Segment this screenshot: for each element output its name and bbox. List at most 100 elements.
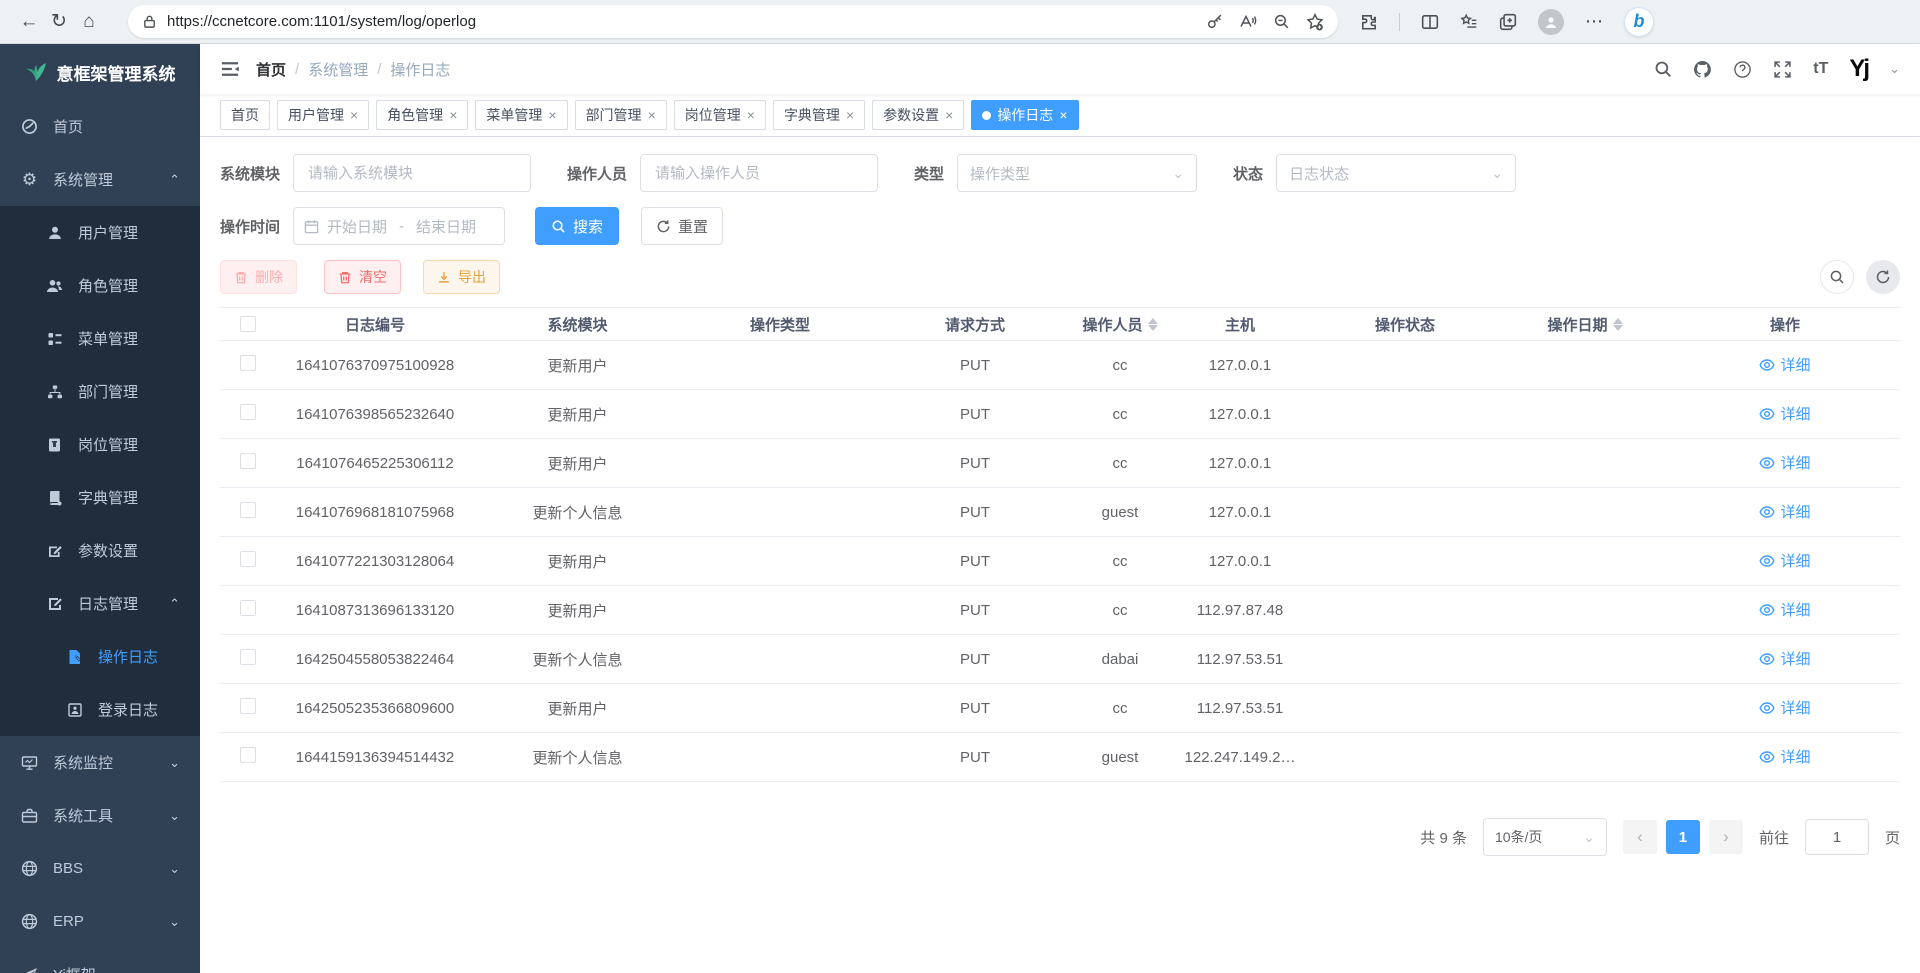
detail-link[interactable]: 详细 — [1759, 746, 1810, 767]
tab-param-settings[interactable]: 参数设置× — [872, 100, 964, 130]
date-range-picker[interactable]: 开始日期 - 结束日期 — [293, 207, 505, 245]
close-icon[interactable]: × — [449, 107, 457, 123]
address-bar[interactable]: https://ccnetcore.com:1101/system/log/op… — [128, 5, 1338, 38]
sidebar-item-post-mgmt[interactable]: 岗位管理 — [0, 418, 200, 471]
refresh-table-icon[interactable] — [1866, 260, 1900, 294]
detail-link[interactable]: 详细 — [1759, 354, 1810, 375]
sidebar-item-menu-mgmt[interactable]: 菜单管理 — [0, 312, 200, 365]
row-checkbox[interactable] — [240, 698, 256, 714]
breadcrumb-home[interactable]: 首页 — [256, 59, 286, 80]
tab-menu-mgmt[interactable]: 菜单管理× — [475, 100, 567, 130]
favorite-star-icon[interactable] — [1306, 13, 1324, 31]
row-checkbox[interactable] — [240, 649, 256, 665]
tab-user-mgmt[interactable]: 用户管理× — [277, 100, 369, 130]
sidebar-item-erp[interactable]: ERP ⌄ — [0, 895, 200, 948]
goto-page-input[interactable] — [1805, 819, 1869, 855]
close-icon[interactable]: × — [747, 107, 755, 123]
next-page-button[interactable]: › — [1709, 820, 1743, 854]
reset-button[interactable]: 重置 — [641, 207, 723, 245]
row-checkbox[interactable] — [240, 600, 256, 616]
sidebar-item-system-mgmt[interactable]: ⚙ 系统管理 ⌃ — [0, 153, 200, 206]
sidebar-item-home[interactable]: 首页 — [0, 100, 200, 153]
show-search-toggle-icon[interactable] — [1820, 260, 1854, 294]
favorites-list-icon[interactable] — [1460, 13, 1478, 31]
type-select[interactable]: 操作类型 ⌄ — [957, 154, 1197, 192]
sort-icon[interactable] — [1148, 318, 1158, 331]
row-checkbox[interactable] — [240, 453, 256, 469]
detail-link[interactable]: 详细 — [1759, 648, 1810, 669]
tab-dict-mgmt[interactable]: 字典管理× — [773, 100, 865, 130]
close-icon[interactable]: × — [648, 107, 656, 123]
col-operator[interactable]: 操作人员 — [1070, 314, 1170, 335]
close-icon[interactable]: × — [350, 107, 358, 123]
detail-link[interactable]: 详细 — [1759, 550, 1810, 571]
close-icon[interactable]: × — [945, 107, 953, 123]
help-icon[interactable] — [1733, 60, 1752, 79]
col-date[interactable]: 操作日期 — [1500, 314, 1670, 335]
sidebar-item-system-monitor[interactable]: 系统监控 ⌄ — [0, 736, 200, 789]
prev-page-button[interactable]: ‹ — [1623, 820, 1657, 854]
sidebar-item-dict-mgmt[interactable]: 字典管理 — [0, 471, 200, 524]
sidebar-item-log-mgmt[interactable]: 日志管理 ⌃ — [0, 577, 200, 630]
row-checkbox[interactable] — [240, 551, 256, 567]
split-screen-icon[interactable] — [1421, 13, 1439, 31]
browser-settings-icon[interactable]: ⋯ — [1585, 11, 1604, 32]
detail-link[interactable]: 详细 — [1759, 452, 1810, 473]
tab-oper-log[interactable]: 操作日志× — [971, 100, 1078, 130]
extensions-icon[interactable] — [1360, 13, 1378, 31]
row-checkbox[interactable] — [240, 355, 256, 371]
page-size-select[interactable]: 10条/页 ⌄ — [1483, 818, 1607, 856]
detail-link[interactable]: 详细 — [1759, 501, 1810, 522]
sidebar-item-role-mgmt[interactable]: 角色管理 — [0, 259, 200, 312]
header-search-icon[interactable] — [1654, 60, 1672, 78]
sidebar-item-bbs[interactable]: BBS ⌄ — [0, 842, 200, 895]
browser-home-icon[interactable]: ⌂ — [74, 11, 104, 33]
browser-profile-avatar[interactable] — [1538, 9, 1564, 35]
sidebar-item-dept-mgmt[interactable]: 部门管理 — [0, 365, 200, 418]
sidebar-item-yi-framework[interactable]: Yi框架 — [0, 948, 200, 973]
select-all-checkbox[interactable] — [240, 316, 256, 332]
sidebar-item-system-tools[interactable]: 系统工具 ⌄ — [0, 789, 200, 842]
fullscreen-icon[interactable] — [1773, 60, 1792, 79]
delete-button[interactable]: 删除 — [220, 260, 297, 294]
browser-refresh-icon[interactable]: ↻ — [44, 10, 74, 33]
row-checkbox[interactable] — [240, 502, 256, 518]
row-checkbox[interactable] — [240, 747, 256, 763]
close-icon[interactable]: × — [1059, 107, 1067, 123]
sidebar-item-param-settings[interactable]: 参数设置 — [0, 524, 200, 577]
github-icon[interactable] — [1693, 60, 1712, 79]
status-select[interactable]: 日志状态 ⌄ — [1276, 154, 1516, 192]
close-icon[interactable]: × — [548, 107, 556, 123]
detail-link[interactable]: 详细 — [1759, 697, 1810, 718]
tab-home[interactable]: 首页 — [220, 100, 270, 130]
sidebar-fold-icon[interactable] — [220, 59, 240, 79]
collections-icon[interactable] — [1499, 13, 1517, 31]
password-key-icon[interactable] — [1206, 13, 1223, 30]
row-checkbox[interactable] — [240, 404, 256, 420]
search-button[interactable]: 搜索 — [535, 207, 619, 245]
font-size-icon[interactable]: tT — [1813, 60, 1828, 78]
current-page-button[interactable]: 1 — [1666, 820, 1700, 854]
breadcrumb-system[interactable]: 系统管理 — [308, 59, 368, 80]
user-logo-avatar[interactable]: Yj — [1849, 55, 1868, 83]
sidebar-item-oper-log[interactable]: 操作日志 — [0, 630, 200, 683]
sort-icon[interactable] — [1613, 318, 1623, 331]
bing-chat-icon[interactable]: b — [1625, 8, 1653, 36]
operator-input[interactable] — [640, 154, 878, 192]
avatar-chevron-down-icon[interactable]: ⌄ — [1889, 61, 1900, 77]
export-button[interactable]: 导出 — [423, 260, 500, 294]
tab-role-mgmt[interactable]: 角色管理× — [376, 100, 468, 130]
sidebar-item-user-mgmt[interactable]: 用户管理 — [0, 206, 200, 259]
detail-link[interactable]: 详细 — [1759, 599, 1810, 620]
clear-button[interactable]: 清空 — [324, 260, 401, 294]
detail-link[interactable]: 详细 — [1759, 403, 1810, 424]
url-text[interactable]: https://ccnetcore.com:1101/system/log/op… — [167, 13, 1190, 30]
tab-post-mgmt[interactable]: 岗位管理× — [674, 100, 766, 130]
sidebar-item-login-log[interactable]: 登录日志 — [0, 683, 200, 736]
zoom-out-icon[interactable] — [1273, 13, 1290, 30]
browser-back-icon[interactable]: ← — [14, 11, 44, 33]
tab-dept-mgmt[interactable]: 部门管理× — [575, 100, 667, 130]
read-aloud-icon[interactable] — [1239, 13, 1257, 30]
module-input[interactable] — [293, 154, 531, 192]
close-icon[interactable]: × — [846, 107, 854, 123]
